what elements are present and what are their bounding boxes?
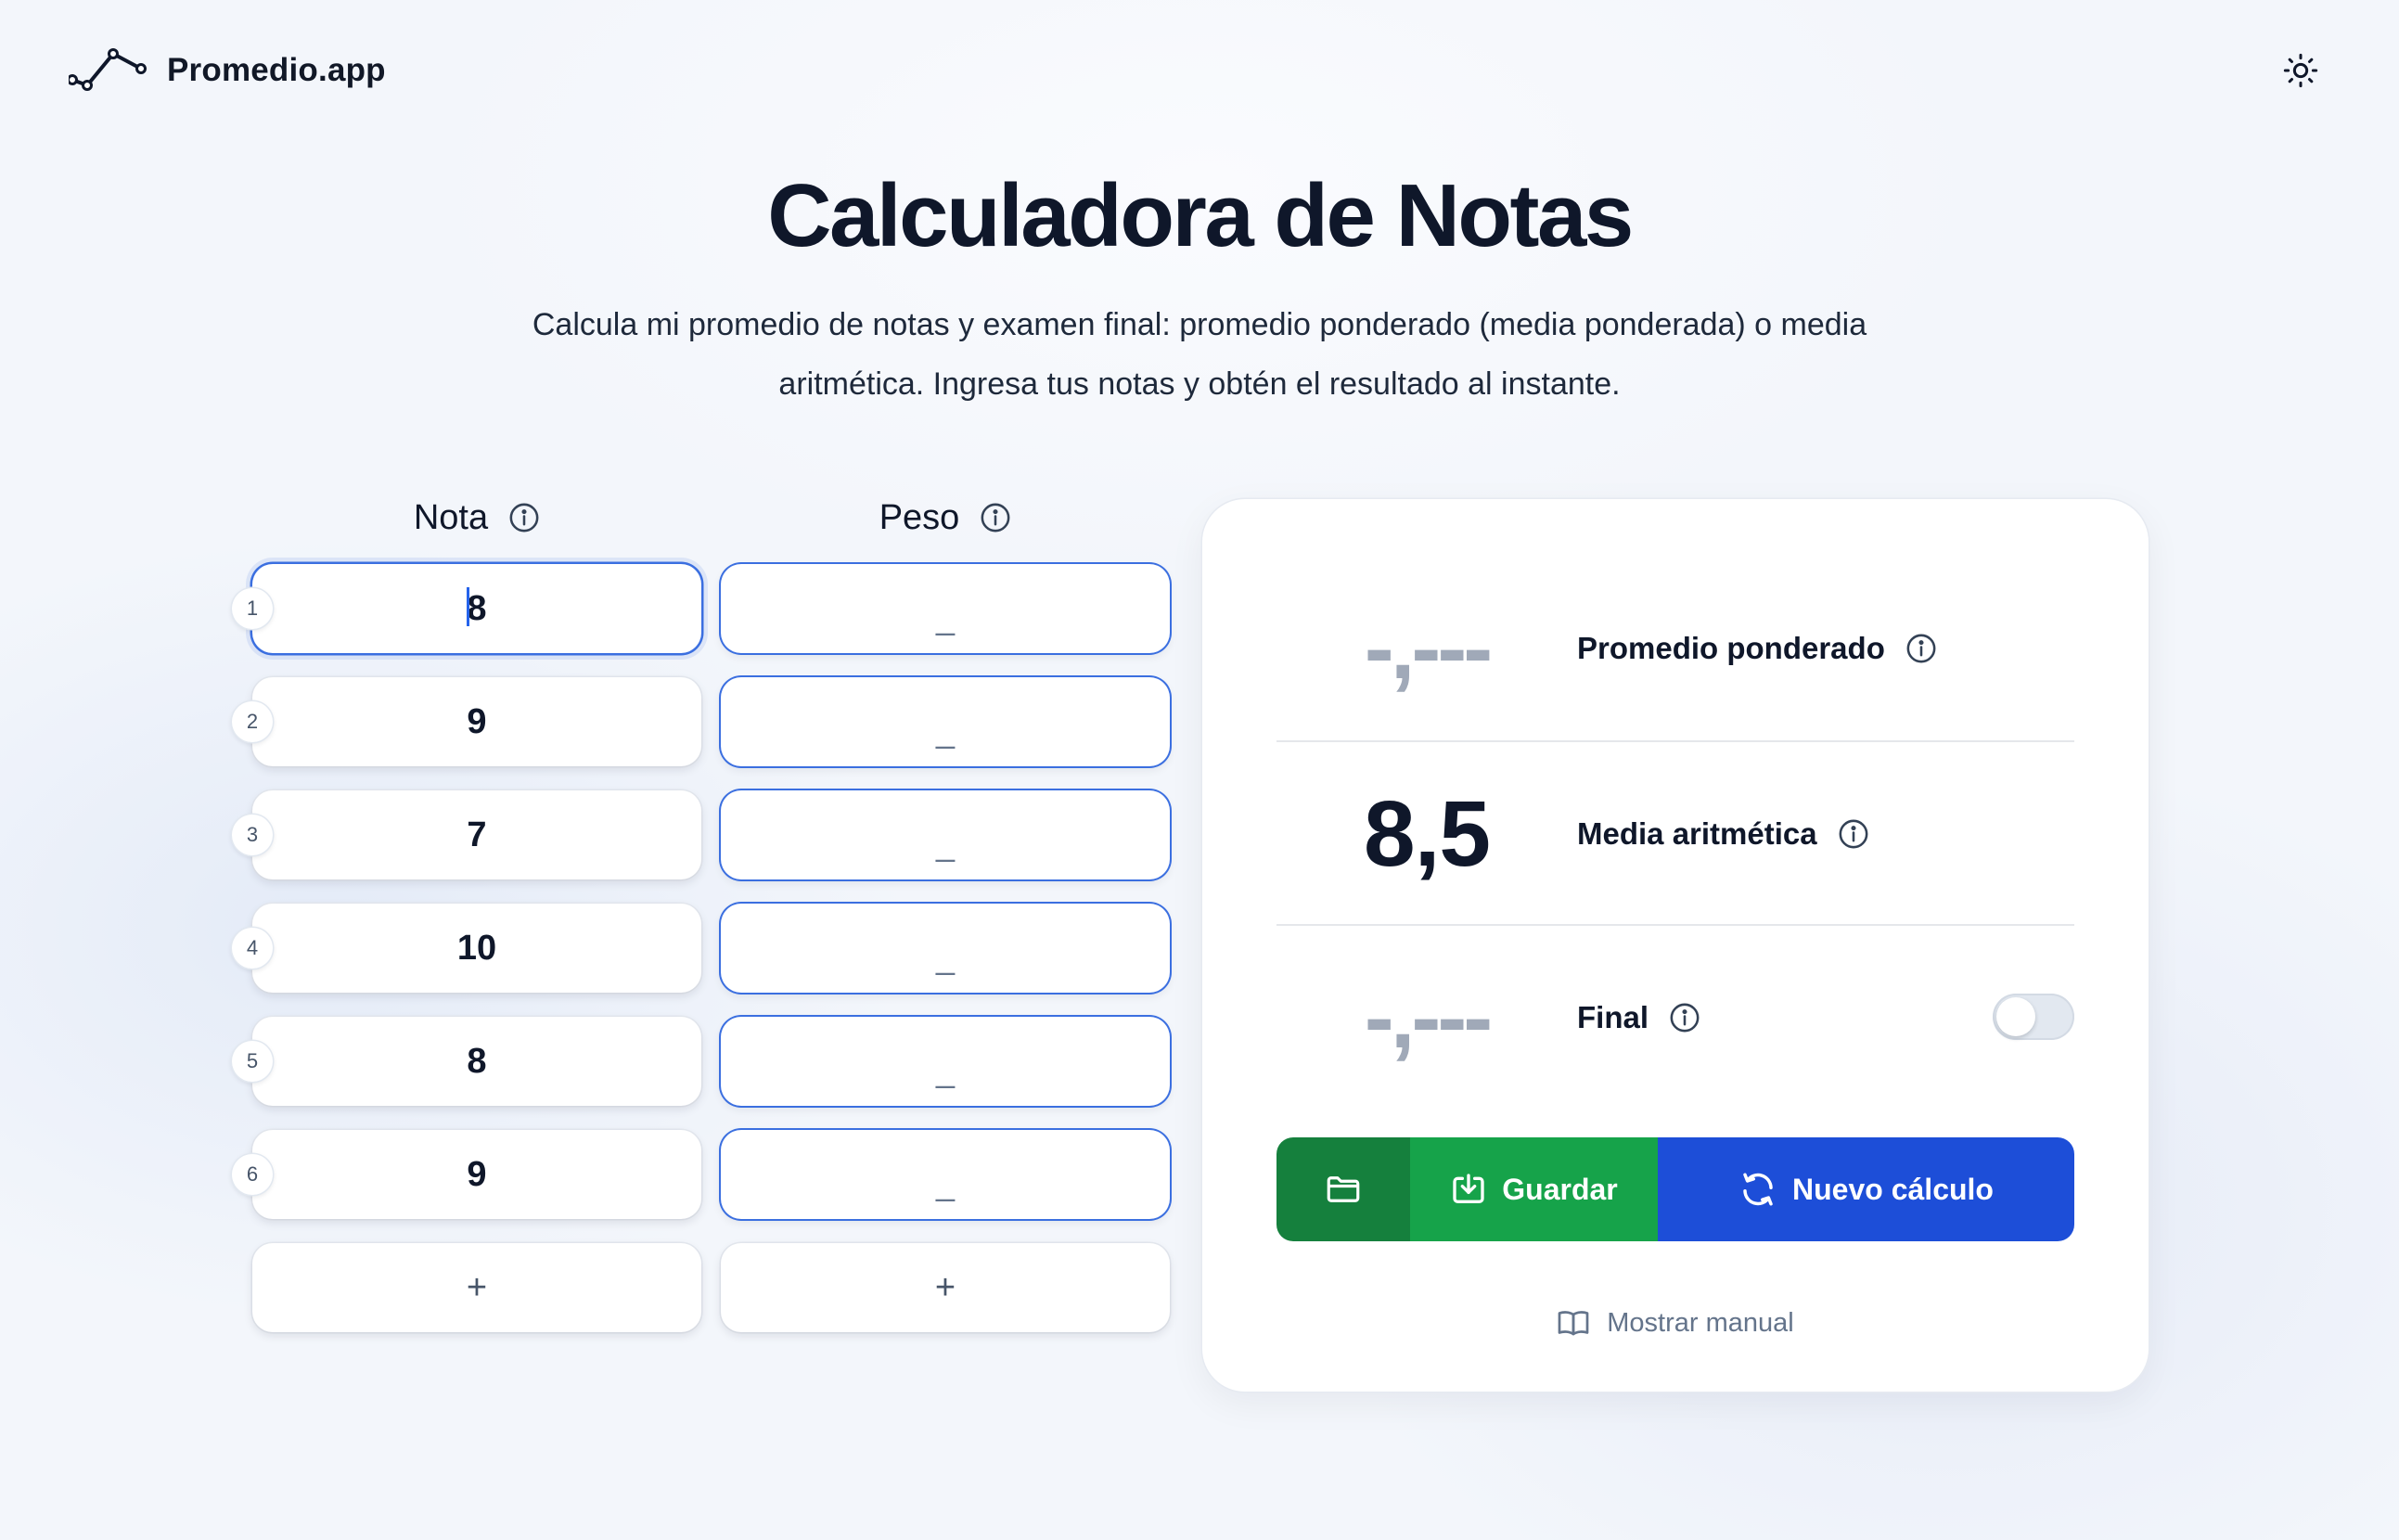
nota-input[interactable]: 9 bbox=[252, 1130, 701, 1219]
final-label: Final bbox=[1577, 1000, 1649, 1034]
nota-input[interactable]: 7 bbox=[252, 790, 701, 879]
peso-input[interactable]: _ bbox=[721, 564, 1170, 653]
final-row: -,--- Final bbox=[1276, 926, 2074, 1110]
row-number: 1 bbox=[232, 588, 273, 629]
arithmetic-mean-value: 8,5 bbox=[1363, 781, 1491, 886]
nota-column-header: Nota bbox=[252, 492, 701, 544]
brand-name: Promedio.app bbox=[167, 52, 386, 88]
download-icon bbox=[1453, 1174, 1484, 1203]
peso-placeholder: _ bbox=[935, 712, 956, 750]
page-subtitle: Calcula mi promedio de notas y examen fi… bbox=[532, 307, 1867, 402]
info-icon[interactable] bbox=[508, 502, 540, 533]
peso-input[interactable]: _ bbox=[721, 1130, 1170, 1219]
new-calculation-button[interactable]: Nuevo cálculo bbox=[1658, 1137, 2074, 1241]
peso-placeholder: _ bbox=[935, 825, 956, 863]
weighted-average-label-group: Promedio ponderado bbox=[1577, 631, 1937, 666]
info-icon[interactable] bbox=[1669, 1002, 1700, 1033]
nota-value: 7 bbox=[467, 815, 487, 854]
weighted-average-value: -,--- bbox=[1364, 598, 1494, 698]
show-manual-link[interactable]: Mostrar manual bbox=[1202, 1306, 2149, 1340]
weighted-average-label: Promedio ponderado bbox=[1577, 631, 1885, 665]
peso-placeholder: _ bbox=[935, 1051, 956, 1089]
add-peso-button[interactable]: + bbox=[721, 1243, 1170, 1332]
grade-row: 7 3 _ bbox=[0, 790, 1206, 879]
peso-input[interactable]: _ bbox=[721, 1017, 1170, 1106]
nota-input[interactable]: 10 bbox=[252, 904, 701, 993]
peso-input[interactable]: _ bbox=[721, 790, 1170, 879]
peso-placeholder: _ bbox=[935, 938, 956, 976]
nota-value: 10 bbox=[456, 928, 497, 968]
nota-input[interactable]: 8 bbox=[252, 564, 701, 653]
add-nota-button[interactable]: + bbox=[252, 1243, 701, 1332]
nota-column-label: Nota bbox=[413, 497, 489, 537]
save-button[interactable]: Guardar bbox=[1410, 1137, 1658, 1241]
show-manual-label: Mostrar manual bbox=[1607, 1307, 1794, 1338]
weighted-average-row: -,--- Promedio ponderado bbox=[1276, 499, 2074, 742]
arithmetic-mean-label: Media aritmética bbox=[1577, 816, 1817, 851]
nota-input[interactable]: 8 bbox=[252, 1017, 701, 1106]
text-caret bbox=[467, 587, 470, 626]
grade-row: 8 1 _ bbox=[0, 564, 1206, 653]
grade-row: 9 6 _ bbox=[0, 1130, 1206, 1219]
nota-input[interactable]: 9 bbox=[252, 677, 701, 766]
nota-value: 8 bbox=[467, 1041, 487, 1081]
folder-icon bbox=[1327, 1176, 1360, 1202]
row-number: 2 bbox=[232, 701, 273, 742]
final-toggle[interactable] bbox=[1993, 994, 2074, 1040]
new-calculation-label: Nuevo cálculo bbox=[1792, 1172, 1994, 1206]
info-icon[interactable] bbox=[1905, 633, 1937, 664]
peso-input[interactable]: _ bbox=[721, 677, 1170, 766]
peso-input[interactable]: _ bbox=[721, 904, 1170, 993]
theme-toggle-button[interactable] bbox=[2277, 46, 2325, 95]
save-button-label: Guardar bbox=[1502, 1172, 1618, 1206]
final-value: -,--- bbox=[1364, 968, 1494, 1067]
page: Promedio.app Calculadora de Notas Calcul… bbox=[0, 0, 2399, 1540]
row-number: 5 bbox=[232, 1041, 273, 1082]
final-label-group: Final bbox=[1577, 1000, 1700, 1035]
peso-column-label: Peso bbox=[879, 497, 960, 537]
peso-placeholder: _ bbox=[935, 598, 956, 636]
info-icon[interactable] bbox=[1838, 818, 1869, 850]
grade-row: 10 4 _ bbox=[0, 904, 1206, 993]
refresh-icon bbox=[1743, 1173, 1773, 1206]
page-title: Calculadora de Notas bbox=[767, 166, 1634, 265]
grade-row: 9 2 _ bbox=[0, 677, 1206, 766]
row-number: 6 bbox=[232, 1154, 273, 1195]
nota-value: 9 bbox=[467, 701, 487, 741]
toggle-knob bbox=[1996, 997, 2035, 1036]
chart-line-icon bbox=[69, 48, 147, 91]
sun-icon bbox=[2283, 53, 2318, 88]
open-button[interactable] bbox=[1276, 1137, 1410, 1241]
peso-placeholder: _ bbox=[935, 1164, 956, 1202]
action-button-group: Guardar Nuevo cálculo bbox=[1276, 1137, 2074, 1241]
arithmetic-mean-row: 8,5 Media aritmética bbox=[1276, 742, 2074, 926]
info-icon[interactable] bbox=[980, 502, 1011, 533]
row-number: 3 bbox=[232, 815, 273, 855]
nota-value: 9 bbox=[467, 1154, 487, 1194]
brand[interactable]: Promedio.app bbox=[69, 46, 386, 95]
book-icon bbox=[1558, 1311, 1589, 1336]
peso-column-header: Peso bbox=[721, 492, 1170, 544]
grade-row: 8 5 _ bbox=[0, 1017, 1206, 1106]
arithmetic-mean-label-group: Media aritmética bbox=[1577, 816, 1869, 852]
nota-value: 8 bbox=[467, 588, 487, 628]
row-number: 4 bbox=[232, 928, 273, 969]
results-card: -,--- Promedio ponderado 8,5 Media aritm… bbox=[1202, 499, 2149, 1392]
